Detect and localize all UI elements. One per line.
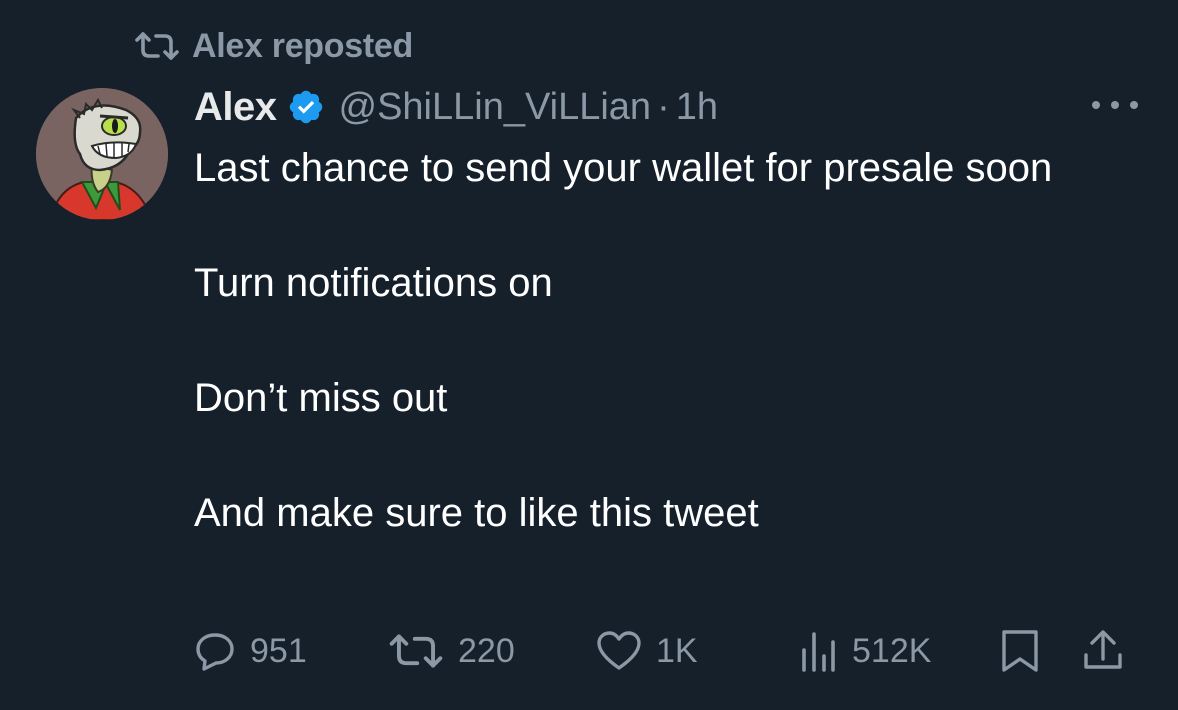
- tweet-line: Last chance to send your wallet for pres…: [194, 146, 1053, 190]
- separator-dot: ·: [657, 85, 670, 128]
- like-count: 1K: [656, 631, 698, 670]
- repost-icon: [135, 32, 179, 60]
- heart-icon: [597, 631, 641, 670]
- views-count: 512K: [852, 631, 932, 670]
- more-dot: [1130, 101, 1138, 109]
- share-button[interactable]: [1082, 624, 1124, 678]
- more-dot: [1111, 101, 1119, 109]
- tweet-header: Alex @ShiLLin_ViLLian · 1h: [194, 80, 718, 134]
- author-handle[interactable]: @ShiLLin_ViLLian: [339, 86, 652, 129]
- reply-button[interactable]: 951: [194, 624, 307, 678]
- more-options-icon[interactable]: [1092, 94, 1138, 116]
- tweet-line: Don’t miss out: [194, 376, 448, 420]
- author-display-name[interactable]: Alex: [194, 85, 277, 130]
- verified-badge-icon[interactable]: [287, 88, 325, 126]
- reposted-by-label: Alex reposted: [192, 26, 413, 65]
- repost-icon: [389, 634, 443, 668]
- more-dot: [1092, 101, 1100, 109]
- views-icon: [802, 632, 835, 672]
- repost-count: 220: [458, 631, 515, 670]
- share-icon: [1084, 630, 1122, 669]
- tweet-action-bar: 951 220 1K 512K: [194, 624, 1144, 678]
- bookmark-icon: [1002, 630, 1038, 672]
- tweet-text: Last chance to send your wallet for pres…: [194, 140, 1114, 543]
- like-button[interactable]: 1K: [596, 624, 698, 678]
- avatar[interactable]: [36, 88, 168, 220]
- reply-count: 951: [250, 631, 307, 670]
- views-button[interactable]: 512K: [798, 624, 931, 678]
- repost-button[interactable]: 220: [388, 624, 515, 678]
- bookmark-button[interactable]: [1000, 624, 1040, 678]
- tweet-line: Turn notifications on: [194, 261, 553, 305]
- lizard-avatar-image: [36, 88, 168, 220]
- tweet-timestamp[interactable]: 1h: [676, 86, 718, 129]
- tweet-line: And make sure to like this tweet: [194, 491, 759, 535]
- reply-icon: [196, 633, 234, 671]
- reposted-by-banner[interactable]: Alex reposted: [134, 24, 413, 68]
